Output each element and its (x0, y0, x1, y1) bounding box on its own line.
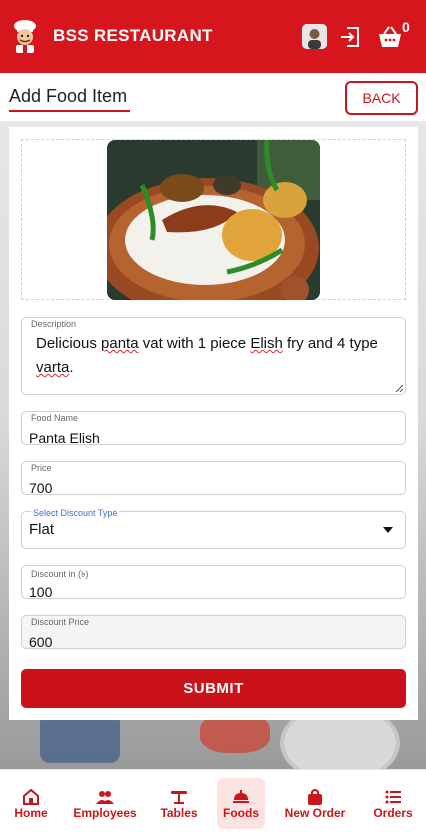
submit-button[interactable]: SUBMIT (21, 669, 406, 708)
food-name-field[interactable]: Food Name Panta Elish (21, 411, 406, 446)
discount-type-value: Flat (29, 521, 55, 538)
nav-item-employees[interactable]: Employees (72, 770, 138, 830)
description-value: Delicious panta vat with 1 piece Elish f… (36, 335, 378, 376)
nav-label-tables: Tables (160, 806, 198, 820)
home-icon (23, 788, 39, 805)
nav-label-new-order: New Order (284, 806, 346, 820)
discount-price-field: Discount Price 600 (21, 615, 406, 650)
description-label: Description (31, 319, 77, 329)
nav-label-home: Home (14, 806, 48, 820)
chef-logo-icon (14, 20, 36, 53)
nav-label-orders: Orders (373, 806, 413, 820)
app-header: BSS RESTAURANT 0 (0, 0, 426, 73)
nav-item-new-order[interactable]: New Order (282, 770, 348, 830)
list-icon (385, 790, 401, 804)
brand-name: BSS RESTAURANT (53, 26, 213, 45)
discount-price-value: 600 (29, 634, 53, 650)
food-name-value: Panta Elish (29, 430, 100, 446)
nav-item-foods[interactable]: Foods (217, 778, 265, 829)
resize-grip-icon[interactable] (395, 384, 403, 392)
nav-label-foods: Foods (223, 806, 259, 820)
basket-icon[interactable] (377, 25, 403, 49)
price-label: Price (31, 463, 52, 473)
food-name-label: Food Name (31, 413, 79, 423)
discount-price-label: Discount Price (31, 617, 90, 627)
discount-type-select[interactable]: Select Discount Type Flat (21, 508, 406, 549)
price-value: 700 (29, 480, 53, 496)
shopping-bag-icon (308, 789, 322, 805)
food-image (107, 140, 320, 300)
back-button[interactable]: BACK (345, 81, 418, 115)
description-textarea[interactable]: Description Delicious panta vat with 1 p… (21, 317, 406, 395)
tables-icon (171, 791, 187, 804)
discount-amount-value: 100 (29, 584, 53, 600)
chevron-down-icon[interactable] (383, 527, 393, 533)
discount-type-label: Select Discount Type (31, 508, 120, 518)
foods-icon (233, 790, 249, 803)
price-field[interactable]: Price 700 (21, 461, 406, 496)
logout-icon[interactable] (338, 25, 362, 49)
nav-label-employees: Employees (73, 806, 137, 820)
discount-amount-field[interactable]: Discount in (৳) 100 (21, 565, 406, 600)
page-title: Add Food Item (9, 86, 128, 106)
title-underline (9, 110, 130, 112)
cart-count-badge: 0 (402, 19, 410, 35)
nav-item-home[interactable]: Home (4, 770, 58, 830)
employees-icon (96, 791, 114, 804)
avatar[interactable] (302, 24, 327, 49)
bottom-nav: Home Employees Tables Foods New Order Or… (0, 769, 426, 838)
nav-item-tables[interactable]: Tables (156, 770, 202, 830)
discount-amount-label: Discount in (৳) (31, 569, 89, 579)
nav-item-orders[interactable]: Orders (368, 770, 418, 830)
